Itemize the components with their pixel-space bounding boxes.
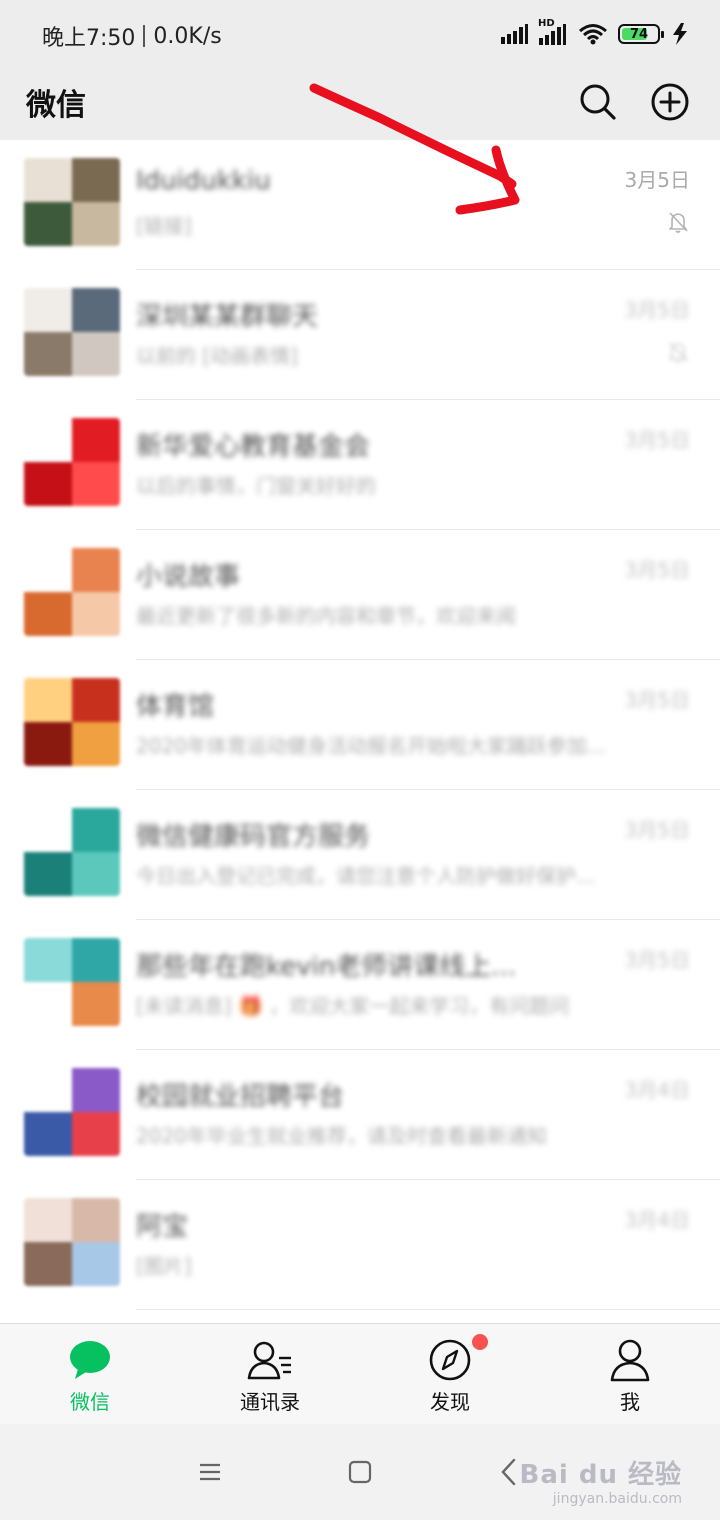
tab-1[interactable]: 通讯录 bbox=[180, 1324, 360, 1424]
avatar[interactable] bbox=[24, 1068, 120, 1156]
chat-preview: 最近更新了很多新的内容和章节，欢迎来阅 bbox=[136, 604, 516, 628]
bottom-tab-bar: 微信 通讯录 发现 我 bbox=[0, 1323, 720, 1424]
chat-row[interactable]: 体育馆 2020年体育运动健身活动报名开始啦大家踊跃参加... 3月5日 bbox=[0, 660, 720, 790]
chat-preview: [未读消息] 🎁 ，欢迎大家一起来学习，有问题问 bbox=[136, 994, 570, 1018]
chat-name: 校园就业招聘平台 bbox=[136, 1082, 345, 1112]
chat-row[interactable]: 那些年在跑kevin老师讲课线上... [未读消息] 🎁 ，欢迎大家一起来学习，有… bbox=[0, 920, 720, 1050]
page-title: 微信 bbox=[26, 88, 86, 123]
avatar[interactable] bbox=[24, 158, 120, 246]
status-left: 晚上7:50 0.0K/s bbox=[42, 20, 222, 52]
chat-preview: 以前的 [动画表情] bbox=[136, 344, 298, 368]
chat-time: 3月4日 bbox=[624, 1208, 690, 1232]
plus-circle-icon[interactable] bbox=[648, 80, 692, 124]
chat-row[interactable]: 校园就业招聘平台 2020年毕业生就业推荐，请及时查看最新通知 3月4日 bbox=[0, 1050, 720, 1180]
charging-bolt-icon bbox=[673, 23, 687, 45]
tab-label: 我 bbox=[620, 1390, 640, 1414]
battery-level: 74 bbox=[629, 26, 649, 42]
baidu-watermark: Bai du 经验 jingyan.baidu.com bbox=[520, 1454, 683, 1507]
chat-name: 体育馆 bbox=[136, 692, 215, 722]
avatar[interactable] bbox=[24, 418, 120, 506]
home-square-icon[interactable] bbox=[342, 1454, 378, 1490]
chat-time: 3月5日 bbox=[624, 428, 690, 452]
chat-time: 3月5日 bbox=[624, 688, 690, 712]
status-bar: 晚上7:50 0.0K/s HD 74 bbox=[0, 0, 720, 70]
network-speed: 0.0K/s bbox=[153, 23, 222, 49]
chat-name: 深圳某某群聊天 bbox=[136, 302, 319, 332]
chat-row[interactable]: Iduidukkiu [链接] 3月5日 bbox=[0, 140, 720, 270]
chat-time: 3月5日 bbox=[624, 168, 690, 192]
notification-dot bbox=[472, 1334, 488, 1350]
mute-bell-icon bbox=[669, 212, 688, 233]
tab-2[interactable]: 发现 bbox=[360, 1324, 540, 1424]
tab-3[interactable]: 我 bbox=[540, 1324, 720, 1424]
avatar[interactable] bbox=[24, 288, 120, 376]
hd-signal: HD bbox=[538, 18, 568, 46]
tab-label: 微信 bbox=[70, 1390, 110, 1414]
chat-name: 小说故事 bbox=[136, 562, 241, 592]
chat-row[interactable]: 深圳某某群聊天以前的 [动画表情] 3月5日 bbox=[0, 270, 720, 400]
status-right: HD 74 bbox=[500, 18, 690, 46]
contacts-icon bbox=[247, 1341, 291, 1380]
chat-name: 微信健康码官方服务 bbox=[136, 822, 371, 852]
tab-label: 通讯录 bbox=[240, 1390, 300, 1414]
chat-preview: 今日出入登记已完成，请您注意个人防护做好保护... bbox=[136, 864, 596, 888]
status-time: 晚上7:50 bbox=[42, 26, 136, 51]
system-nav-bar: Bai du 经验 jingyan.baidu.com bbox=[0, 1424, 720, 1520]
chat-time: 3月4日 bbox=[624, 1078, 690, 1102]
chat-bubble-icon bbox=[70, 1341, 110, 1379]
cellular-signal-icon bbox=[501, 24, 528, 44]
status-divider bbox=[143, 25, 146, 47]
compass-icon bbox=[429, 1339, 471, 1381]
chat-name: 新华爱心教育基金会 bbox=[136, 432, 371, 462]
chat-name: Iduidukkiu bbox=[136, 166, 271, 196]
chat-row[interactable]: 阿宝 [图片] 3月4日 bbox=[0, 1180, 720, 1310]
watermark-main: Bai du 经验 bbox=[519, 1460, 682, 1490]
avatar[interactable] bbox=[24, 1198, 120, 1286]
chat-preview: 2020年毕业生就业推荐，请及时查看最新通知 bbox=[136, 1124, 547, 1148]
tab-0[interactable]: 微信 bbox=[0, 1324, 180, 1424]
chat-preview: [链接] bbox=[136, 214, 192, 238]
avatar[interactable] bbox=[24, 938, 120, 1026]
chat-time: 3月5日 bbox=[624, 298, 690, 322]
tab-label: 发现 bbox=[430, 1390, 470, 1414]
chat-preview: [图片] bbox=[136, 1254, 192, 1278]
chat-time: 3月5日 bbox=[624, 558, 690, 582]
chat-name: 阿宝 bbox=[136, 1212, 189, 1242]
menu-icon[interactable] bbox=[192, 1454, 228, 1490]
chat-row[interactable]: 新华爱心教育基金会以后的事情，门窗关好好的 3月5日 bbox=[0, 400, 720, 530]
chat-preview: 2020年体育运动健身活动报名开始啦大家踊跃参加... bbox=[136, 734, 606, 758]
wifi-icon bbox=[579, 24, 607, 45]
app-header: 微信 bbox=[0, 70, 720, 140]
avatar[interactable] bbox=[24, 808, 120, 896]
search-icon[interactable] bbox=[576, 80, 620, 124]
mute-bell-icon bbox=[669, 342, 688, 363]
chat-list[interactable]: Iduidukkiu [链接] 3月5日 深圳某某群聊天 以前的 [动画表情] 3月5日新… bbox=[0, 140, 720, 1323]
cellular-signal-2-icon bbox=[539, 24, 566, 45]
avatar[interactable] bbox=[24, 548, 120, 636]
chat-time: 3月5日 bbox=[624, 818, 690, 842]
battery-icon: 74 bbox=[618, 24, 664, 44]
chat-name: 那些年在跑kevin老师讲课线上... bbox=[136, 952, 517, 982]
chat-time: 3月5日 bbox=[624, 948, 690, 972]
person-icon bbox=[610, 1339, 650, 1382]
battery-cap bbox=[661, 31, 664, 38]
watermark-sub: jingyan.baidu.com bbox=[552, 1491, 682, 1507]
chat-row[interactable]: 小说故事最近更新了很多新的内容和章节，欢迎来阅 3月5日 bbox=[0, 530, 720, 660]
avatar[interactable] bbox=[24, 678, 120, 766]
chat-preview: 以后的事情，门窗关好好的 bbox=[136, 474, 376, 498]
chat-row[interactable]: 微信健康码官方服务今日出入登记已完成，请您注意个人防护做好保护... 3月5日 bbox=[0, 790, 720, 920]
